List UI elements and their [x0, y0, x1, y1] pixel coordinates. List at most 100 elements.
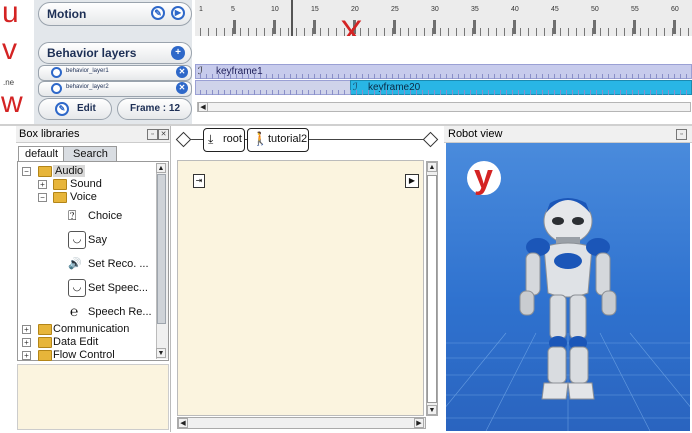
remove-layer-icon[interactable]: ✕ [176, 66, 188, 78]
track-tick [404, 74, 405, 79]
add-layer-icon[interactable]: + [171, 46, 185, 60]
close-panel-icon[interactable]: ✕ [158, 129, 169, 140]
ruler-tick [488, 28, 489, 36]
tree-item-label: Speech Re... [88, 306, 152, 318]
behavior-layer-row-2[interactable]: behavior_layer2 ✕ [38, 81, 192, 97]
scroll-down-icon[interactable]: ▼ [427, 405, 437, 415]
ruler-tick [504, 28, 505, 36]
track-tick [434, 74, 435, 79]
track-tick [614, 74, 615, 79]
expand-icon[interactable]: + [22, 351, 31, 360]
tree-item-label: Choice [88, 210, 123, 222]
ruler-tick [328, 28, 329, 36]
collapse-icon[interactable]: − [22, 167, 31, 176]
tree-item-speech-reco[interactable]: ℮ Speech Re... [18, 303, 158, 321]
expand-icon[interactable]: + [22, 338, 31, 347]
keyframe-marker[interactable] [273, 20, 276, 34]
keyframe-marker[interactable] [473, 20, 476, 34]
scroll-right-icon[interactable]: ▶ [414, 418, 424, 428]
scroll-up-icon[interactable]: ▲ [156, 163, 166, 173]
ruler-tick [448, 28, 449, 36]
keyframe-marker[interactable] [593, 20, 596, 34]
library-tree: − Audio + Sound − Voice ⍰ Choice ◡ Say 🔊… [17, 161, 169, 361]
tree-item-say[interactable]: ◡ Say [18, 231, 158, 249]
tree-item-flow-control[interactable]: + Flow Control [18, 349, 158, 361]
tree-item-label: Sound [70, 178, 102, 190]
breadcrumb-root[interactable]: ⤓ root [203, 128, 245, 152]
track-tick [578, 74, 579, 79]
tree-item-communication[interactable]: + Communication [18, 323, 158, 335]
keyframe-marker[interactable] [433, 20, 436, 34]
track-tick [230, 74, 231, 79]
keyframe-marker[interactable] [513, 20, 516, 34]
edit-button-label: Edit [77, 103, 96, 114]
scroll-down-icon[interactable]: ▼ [156, 348, 166, 358]
layer-track-1[interactable] [195, 64, 692, 79]
track-tick [518, 74, 519, 79]
keyframe-marker[interactable] [673, 20, 676, 34]
keyframe-marker[interactable] [313, 20, 316, 34]
track-tick [236, 74, 237, 79]
tab-default[interactable]: default [18, 146, 64, 162]
expand-icon[interactable]: + [38, 180, 47, 189]
motion-header[interactable]: Motion ✎ ▶ [38, 2, 192, 26]
track-tick [608, 74, 609, 79]
track-tick [452, 74, 453, 79]
keyframe-marker[interactable] [633, 20, 636, 34]
track-tick [404, 90, 405, 95]
float-panel-icon[interactable]: ▫ [676, 129, 687, 140]
timeline-ruler[interactable] [195, 0, 692, 37]
scroll-left-icon[interactable]: ◀ [178, 418, 188, 428]
tree-item-set-reco[interactable]: 🔊 Set Reco. ... [18, 255, 158, 273]
track-tick [518, 90, 519, 95]
tree-item-audio[interactable]: − Audio [18, 165, 158, 177]
breadcrumb-tutorial2[interactable]: 🚶 tutorial2 [247, 128, 309, 152]
track-tick [524, 74, 525, 79]
collapse-icon[interactable]: − [38, 193, 47, 202]
keyframe-marker[interactable] [233, 20, 236, 34]
flow-hscrollbar[interactable] [177, 417, 426, 429]
flow-vscrollbar-thumb[interactable] [427, 175, 437, 403]
keyframe-marker[interactable] [393, 20, 396, 34]
tree-item-choice[interactable]: ⍰ Choice [18, 207, 158, 225]
play-icon[interactable]: ▶ [171, 6, 185, 20]
track-tick [458, 74, 459, 79]
flow-canvas[interactable] [177, 160, 424, 416]
edit-pencil-icon[interactable]: ✎ [151, 6, 165, 20]
track-tick [686, 90, 687, 95]
behavior-layer-row-1[interactable]: behavior_layer1 ✕ [38, 65, 192, 81]
annotation-u: u [2, 0, 19, 29]
track-tick [368, 74, 369, 79]
input-port-icon[interactable]: ⇥ [193, 174, 205, 188]
current-frame-marker[interactable] [291, 0, 293, 36]
scroll-up-icon[interactable]: ▲ [427, 162, 437, 172]
layer-visibility-icon[interactable] [51, 67, 62, 78]
remove-layer-icon[interactable]: ✕ [176, 82, 188, 94]
ruler-tick [456, 28, 457, 36]
tree-item-sound[interactable]: + Sound [18, 178, 158, 190]
tree-item-set-speech[interactable]: ◡ Set Speec... [18, 279, 158, 297]
track-tick [494, 74, 495, 79]
track-tick [488, 90, 489, 95]
track-tick [446, 74, 447, 79]
keyframe-label[interactable]: keyframe1 [216, 66, 263, 77]
tree-item-data-edit[interactable]: + Data Edit [18, 336, 158, 348]
layer-visibility-icon[interactable] [51, 83, 62, 94]
keyframe-label[interactable]: keyframe20 [368, 82, 420, 93]
robot-view-title: Robot view [448, 128, 503, 140]
output-port-icon[interactable]: ▶ [405, 174, 419, 188]
tree-scrollbar-thumb[interactable] [157, 174, 166, 324]
track-tick [536, 74, 537, 79]
keyframe-marker[interactable] [553, 20, 556, 34]
edit-button[interactable]: ✎ Edit [38, 98, 112, 120]
track-tick [314, 74, 315, 79]
ruler-tick [304, 28, 305, 36]
timeline-scrollbar[interactable] [197, 102, 691, 112]
robot-3d-viewport[interactable]: y [446, 143, 690, 431]
float-panel-icon[interactable]: ▫ [147, 129, 158, 140]
tree-item-voice[interactable]: − Voice [18, 191, 158, 203]
tab-search[interactable]: Search [63, 146, 117, 162]
track-tick [350, 74, 351, 79]
scroll-left-icon[interactable]: ◀ [198, 102, 208, 112]
expand-icon[interactable]: + [22, 325, 31, 334]
